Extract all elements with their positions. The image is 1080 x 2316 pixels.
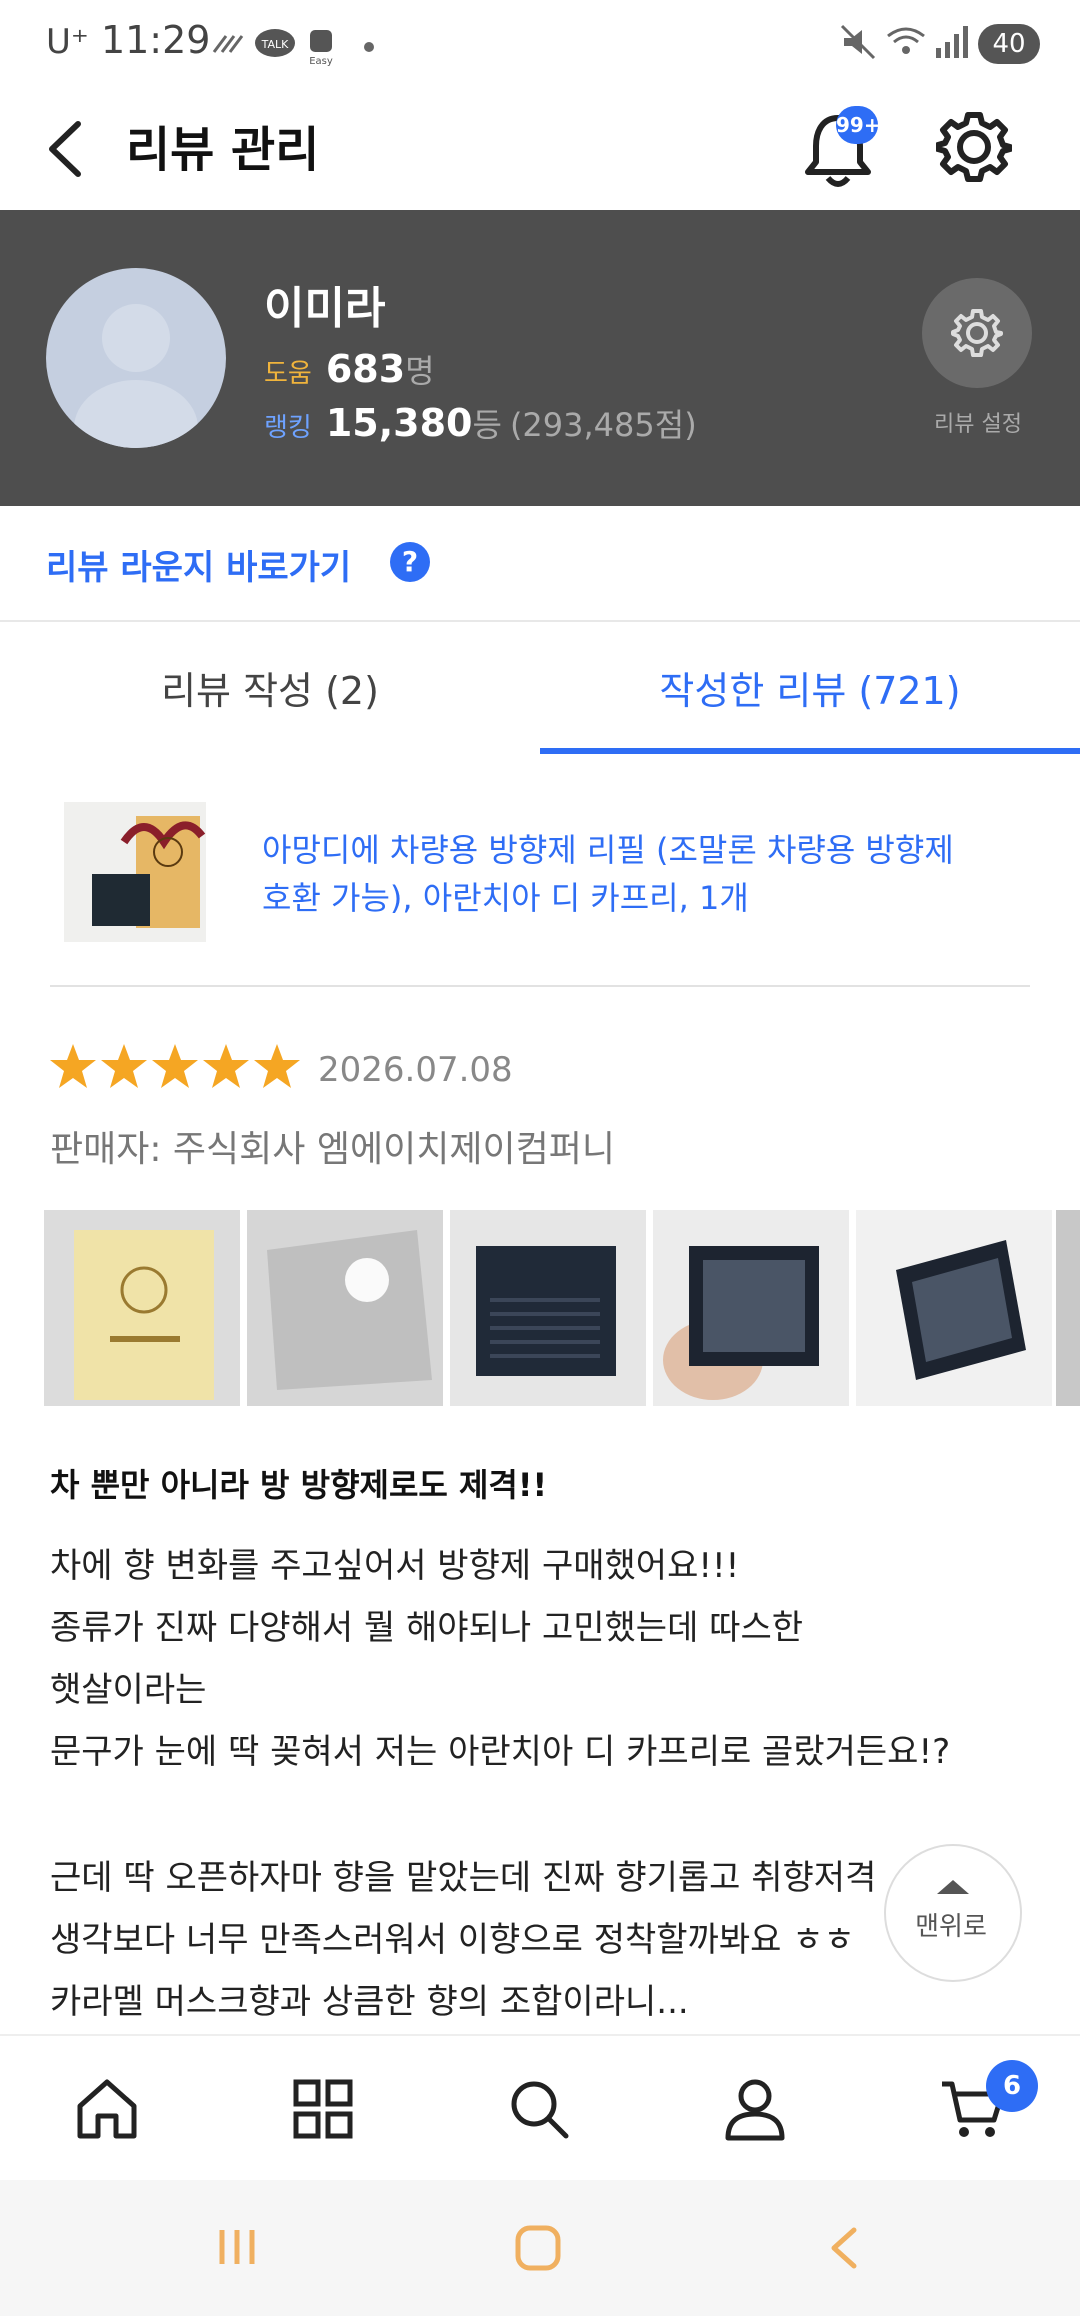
search-icon[interactable] (506, 2076, 572, 2142)
active-tab-indicator (540, 748, 1080, 754)
status-time: U⁺ 11:29 (46, 18, 211, 62)
review-title: 차 뿐만 아니라 방 방향제로도 제격!! (50, 1466, 548, 1504)
rank-value: 15,380 (325, 401, 473, 445)
help-count-row: 도움 683명 (264, 346, 435, 392)
star-icon (152, 1044, 198, 1088)
review-photo[interactable] (44, 1210, 240, 1406)
review-photos (44, 1210, 1080, 1406)
star-icon (50, 1044, 96, 1088)
caret-up-icon (937, 1880, 969, 1894)
recent-apps-icon[interactable] (214, 2224, 260, 2270)
svg-text:TALK: TALK (261, 38, 290, 51)
notification-badge: 99+ (836, 106, 881, 144)
review-date: 2026.07.08 (318, 1050, 513, 1090)
review-settings-label: 리뷰 설정 (934, 412, 1022, 437)
tab-write-review[interactable]: 리뷰 작성 (2) (0, 660, 540, 715)
talk-icon: TALK (255, 29, 295, 57)
rank-unit: 등 (472, 406, 502, 444)
back-nav-icon[interactable] (822, 2222, 868, 2274)
ranking-row: 랭킹 15,380등 (293,485점) (264, 400, 697, 446)
star-icon (254, 1044, 300, 1088)
help-unit: 명 (405, 352, 435, 390)
review-photo[interactable] (450, 1210, 646, 1406)
product-name[interactable]: 아망디에 차량용 방향제 리필 (조말론 차량용 방향제 호환 가능), 아란치… (262, 826, 1032, 922)
gear-icon (951, 309, 1003, 357)
help-question-icon[interactable]: ? (390, 542, 430, 582)
divider (0, 620, 1080, 622)
review-line: 햇살이라는 (50, 1670, 207, 1710)
review-line: 근데 딱 오픈하자마 향을 맡았는데 진짜 향기롭고 취향저격 (50, 1858, 877, 1898)
page-title: 리뷰 관리 (126, 122, 320, 178)
status-bar: U⁺ 11:29 TALK Easy 40 (0, 0, 1080, 90)
svg-text:Easy: Easy (309, 56, 333, 67)
wifi-icon (887, 27, 925, 54)
help-label: 도움 (264, 359, 312, 389)
user-icon[interactable] (722, 2076, 788, 2142)
review-lounge-link[interactable]: 리뷰 라운지 바로가기 (46, 540, 351, 589)
mute-icon (840, 24, 876, 60)
cell-signal-icon (936, 26, 968, 58)
review-line: 카라멜 머스크향과 상큼한 향의 조합이라니... (50, 1982, 689, 2022)
bottom-nav (0, 2034, 1080, 2182)
seller-name: 판매자: 주식회사 엠에이치제이컴퍼니 (50, 1129, 615, 1170)
review-line: 생각보다 너무 만족스러워서 이향으로 정착할까봐요 ㅎㅎ (50, 1920, 855, 1960)
review-line: 문구가 눈에 딱 꽂혀서 저는 아란치아 디 카프리로 골랐거든요!? (50, 1732, 951, 1772)
cart-count-badge: 6 (986, 2060, 1038, 2112)
review-settings-button[interactable] (922, 278, 1032, 388)
category-grid-icon[interactable] (290, 2076, 356, 2142)
dot-icon (364, 42, 374, 52)
tab-written-reviews[interactable]: 작성한 리뷰 (721) (540, 660, 1080, 715)
back-icon[interactable] (40, 116, 90, 182)
profile-name: 이미라 (264, 283, 386, 334)
rank-label: 랭킹 (264, 413, 312, 443)
review-photo[interactable] (653, 1210, 849, 1406)
rank-points: (293,485점) (509, 406, 697, 444)
review-line: 차에 향 변화를 주고싶어서 방향제 구매했어요!!! (50, 1546, 740, 1586)
easy-icon: Easy (309, 30, 333, 67)
review-photo[interactable] (247, 1210, 443, 1406)
help-count: 683 (325, 347, 406, 391)
star-icon (203, 1044, 249, 1088)
settings-gear-icon[interactable] (936, 102, 1012, 192)
review-photo[interactable] (1056, 1210, 1080, 1406)
scroll-top-label: 맨위로 (915, 1912, 987, 1942)
default-avatar-icon (74, 304, 198, 448)
home-icon[interactable] (74, 2076, 140, 2142)
review-photo[interactable] (856, 1210, 1052, 1406)
review-line: 종류가 진짜 다양해서 뭘 해야되나 고민했는데 따스한 (50, 1608, 804, 1648)
signal-slash-icon (212, 35, 244, 53)
product-image (64, 802, 206, 942)
battery-indicator: 40 (978, 24, 1040, 64)
home-button-icon[interactable] (512, 2222, 564, 2274)
avatar[interactable] (46, 268, 226, 448)
divider (50, 985, 1030, 987)
profile-card: 이미라 도움 683명 랭킹 15,380등 (293,485점) 리뷰 설정 (0, 210, 1080, 506)
system-nav-bar (0, 2180, 1080, 2316)
star-icon (101, 1044, 147, 1088)
app-header: 리뷰 관리 (0, 90, 1080, 210)
product-thumbnail[interactable] (64, 802, 206, 942)
star-rating (50, 1042, 304, 1096)
